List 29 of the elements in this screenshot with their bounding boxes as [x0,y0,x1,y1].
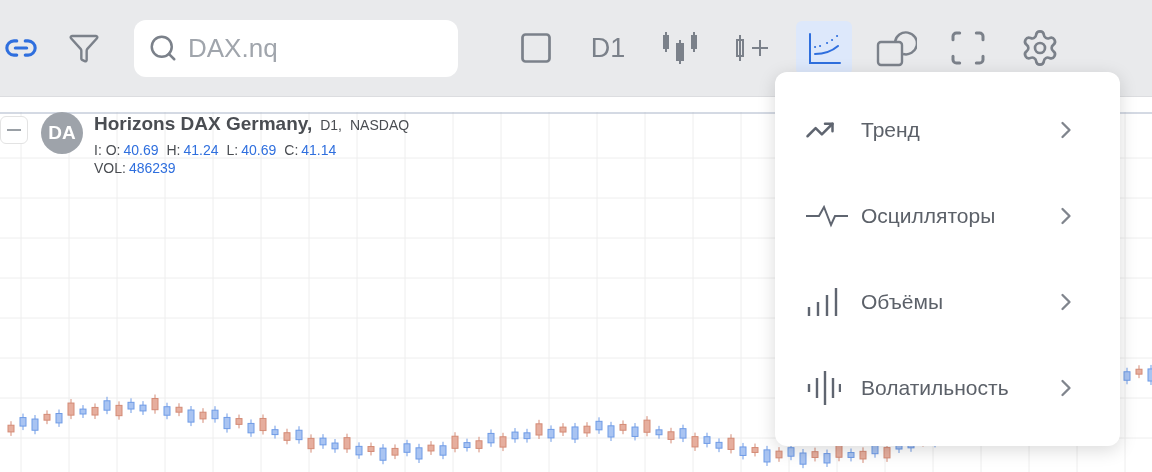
collapse-button[interactable] [0,116,28,144]
volume-value: 486239 [128,158,176,177]
instrument-title: Horizons DAX Germany, [94,112,313,136]
price-value: 41.24 [183,140,219,159]
filter-icon [68,32,100,64]
price-label: C: [284,140,299,159]
price-value: 40.69 [123,140,159,159]
shapes-icon [875,28,917,68]
price-label: L: [226,140,239,159]
square-icon [518,30,554,66]
volatility-bars-icon [805,370,841,406]
timeframe-button[interactable]: D1 [580,21,636,75]
price-value: 41.14 [301,140,337,159]
menu-item[interactable]: Тренд [775,87,1120,173]
price-label: H: [166,140,181,159]
volume-label: VOL: [94,158,126,177]
menu-item[interactable]: Осцилляторы [775,173,1120,259]
indicators-button[interactable] [796,21,852,75]
avatar: DA [41,112,83,154]
timeframe-label: D1, [320,116,342,135]
pulse-icon [805,204,849,228]
menu-item[interactable]: Волатильность [775,345,1120,431]
minus-icon [7,129,21,131]
curve-chart-icon [806,30,842,66]
menu-item[interactable]: Объёмы [775,259,1120,345]
search-field[interactable]: DAX.nq [134,19,458,77]
exchange-label: NASDAQ [350,116,410,135]
price-label: I: O: [94,140,121,159]
price-value: 40.69 [241,140,277,159]
